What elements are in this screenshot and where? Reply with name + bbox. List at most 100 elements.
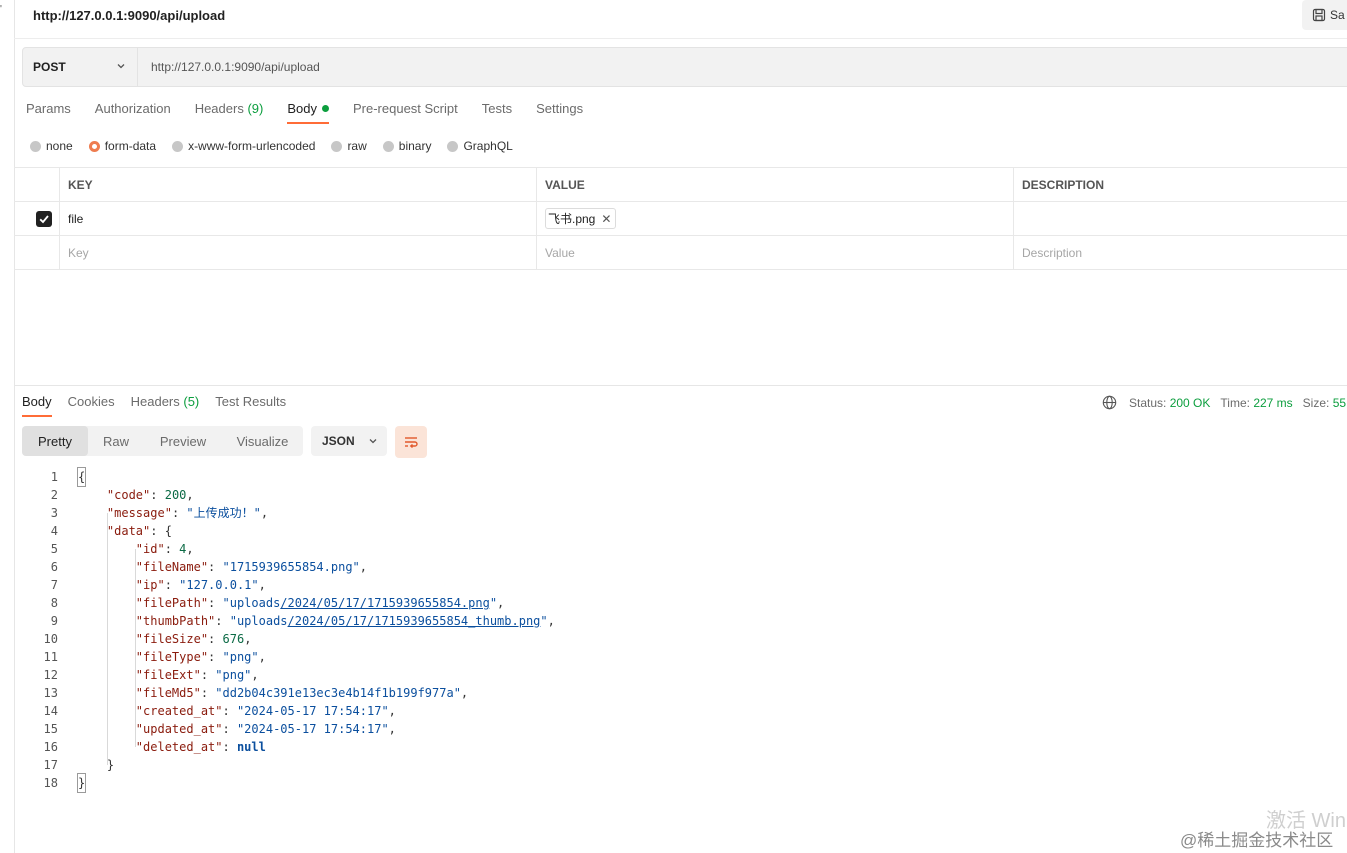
line-number: 13: [43, 686, 58, 700]
url-bar: POST: [22, 47, 1347, 87]
radio-raw[interactable]: raw: [331, 139, 367, 153]
radio-binary[interactable]: binary: [382, 139, 432, 153]
line-text[interactable]: "thumbPath": "uploads/2024/05/17/1715939…: [78, 612, 555, 630]
radio-circle[interactable]: [30, 140, 41, 152]
line-text: }: [78, 758, 115, 772]
tab-settings[interactable]: Settings: [536, 101, 583, 124]
radio-graphql[interactable]: GraphQL: [447, 139, 513, 153]
table-row: file 飞书.png ✕: [14, 202, 1347, 236]
wrap-lines-button[interactable]: [395, 426, 427, 458]
tab-headers[interactable]: Headers (9): [195, 101, 264, 124]
form-data-table: KEY VALUE DESCRIPTION file 飞书.png ✕ Key …: [14, 167, 1347, 270]
tab-params[interactable]: Params: [26, 101, 71, 124]
size-value[interactable]: 55: [1333, 396, 1346, 410]
tab-label: Pre-request Script: [352, 101, 458, 116]
response-tab-headers[interactable]: Headers (5): [131, 394, 200, 417]
line-number: 5: [50, 542, 58, 556]
tab-label: Headers: [130, 394, 180, 409]
column-header-key: KEY: [59, 168, 537, 201]
tab-label: Tests: [481, 101, 513, 116]
tab-body[interactable]: Body: [287, 101, 329, 124]
line-number: 17: [43, 758, 58, 772]
pane-divider[interactable]: [14, 385, 1347, 386]
line-text: "ip": "127.0.0.1",: [135, 578, 266, 592]
line-number: 10: [43, 632, 58, 646]
table-header-row: KEY VALUE DESCRIPTION: [14, 168, 1347, 202]
line-number: 8: [50, 596, 58, 610]
value-placeholder[interactable]: Value: [536, 236, 1014, 269]
view-raw[interactable]: Raw: [88, 426, 144, 456]
row-checkbox-cell: [14, 202, 59, 235]
tab-label: Authorization: [94, 101, 171, 116]
radio-circle[interactable]: [331, 140, 343, 152]
line-number: 12: [43, 668, 58, 682]
line-text: "updated_at": "2024-05-17 17:54:17",: [135, 722, 396, 736]
header-checkbox-cell: [14, 168, 59, 201]
view-pretty[interactable]: Pretty: [22, 426, 88, 456]
radio-circle[interactable]: [382, 140, 394, 152]
method-select[interactable]: POST: [23, 48, 138, 86]
tab-label: Test Results: [215, 394, 287, 409]
line-text[interactable]: "filePath": "uploads/2024/05/17/17159396…: [78, 594, 504, 612]
method-label: POST: [33, 60, 66, 74]
request-title-bar: http://127.0.0.1:9090/api/upload: [14, 0, 1347, 39]
checkmark-icon: [39, 214, 49, 223]
radio-circle[interactable]: [172, 140, 184, 152]
line-number: 14: [43, 704, 58, 718]
value-cell[interactable]: 飞书.png ✕: [536, 202, 1014, 235]
line-text: "fileName": "1715939655854.png",: [135, 560, 368, 574]
view-preview[interactable]: Preview: [144, 426, 222, 456]
left-sidebar-edge: ': [0, 0, 15, 853]
line-text: "fileMd5": "dd2b04c391e13ec3e4b14f1b199f…: [135, 686, 469, 700]
radio-circle[interactable]: [447, 140, 459, 152]
line-number: 2: [50, 488, 58, 502]
radio-x-www-form-urlencoded[interactable]: x-www-form-urlencoded: [172, 139, 315, 153]
line-text: "id": 4,: [135, 542, 194, 556]
radio-none[interactable]: none: [30, 139, 73, 153]
view-visualize[interactable]: Visualize: [222, 426, 303, 456]
radio-label: none: [46, 139, 73, 153]
url-input[interactable]: [149, 59, 1153, 75]
tab-authorization[interactable]: Authorization: [95, 101, 171, 124]
line-text: "code": 200,: [106, 488, 194, 502]
status-value[interactable]: 200 OK: [1170, 396, 1211, 410]
format-select[interactable]: JSON: [311, 426, 387, 456]
chevron-down-icon: [117, 64, 125, 69]
globe-icon[interactable]: [1102, 395, 1117, 410]
response-tab-cookies[interactable]: Cookies: [68, 394, 115, 417]
line-text: "fileExt": "png",: [135, 668, 259, 682]
line-text: }: [76, 773, 87, 793]
headers-count: (5): [183, 394, 200, 409]
time-value[interactable]: 227 ms: [1253, 396, 1292, 410]
tab-tests[interactable]: Tests: [482, 101, 512, 124]
row-checkbox[interactable]: [36, 210, 52, 227]
description-cell[interactable]: [1013, 202, 1347, 235]
radio-circle-checked[interactable]: [88, 140, 100, 152]
radio-form-data[interactable]: form-data: [88, 139, 156, 153]
save-icon: [1312, 8, 1326, 22]
response-status: Status: 200 OK Time: 227 ms Size: 55: [1102, 395, 1346, 410]
key-placeholder[interactable]: Key: [59, 236, 537, 269]
line-number: 15: [43, 722, 58, 736]
key-cell[interactable]: file: [59, 202, 537, 235]
line-text: "fileSize": 676,: [135, 632, 252, 646]
radio-label: binary: [398, 139, 432, 153]
response-tab-body[interactable]: Body: [22, 394, 52, 417]
save-label: Sa: [1330, 8, 1345, 22]
save-button[interactable]: Sa: [1302, 0, 1347, 30]
line-number: 11: [43, 650, 58, 664]
tab-pre-request-script[interactable]: Pre-request Script: [353, 101, 458, 124]
tab-label: Body: [22, 394, 52, 409]
response-tabs: Body Cookies Headers (5) Test Results: [22, 394, 286, 417]
description-placeholder[interactable]: Description: [1013, 236, 1347, 269]
community-watermark: @稀土掘金技术社区: [1180, 831, 1334, 850]
remove-file-icon[interactable]: ✕: [601, 212, 611, 226]
edge-mark: ': [0, 4, 2, 15]
response-tab-test-results[interactable]: Test Results: [215, 394, 286, 417]
radio-label: raw: [347, 139, 367, 153]
radio-label: x-www-form-urlencoded: [188, 139, 316, 153]
headers-count: (9): [247, 101, 264, 116]
body-indicator-dot: [321, 105, 329, 112]
line-number: 18: [43, 776, 58, 790]
column-header-description: DESCRIPTION: [1013, 168, 1347, 201]
